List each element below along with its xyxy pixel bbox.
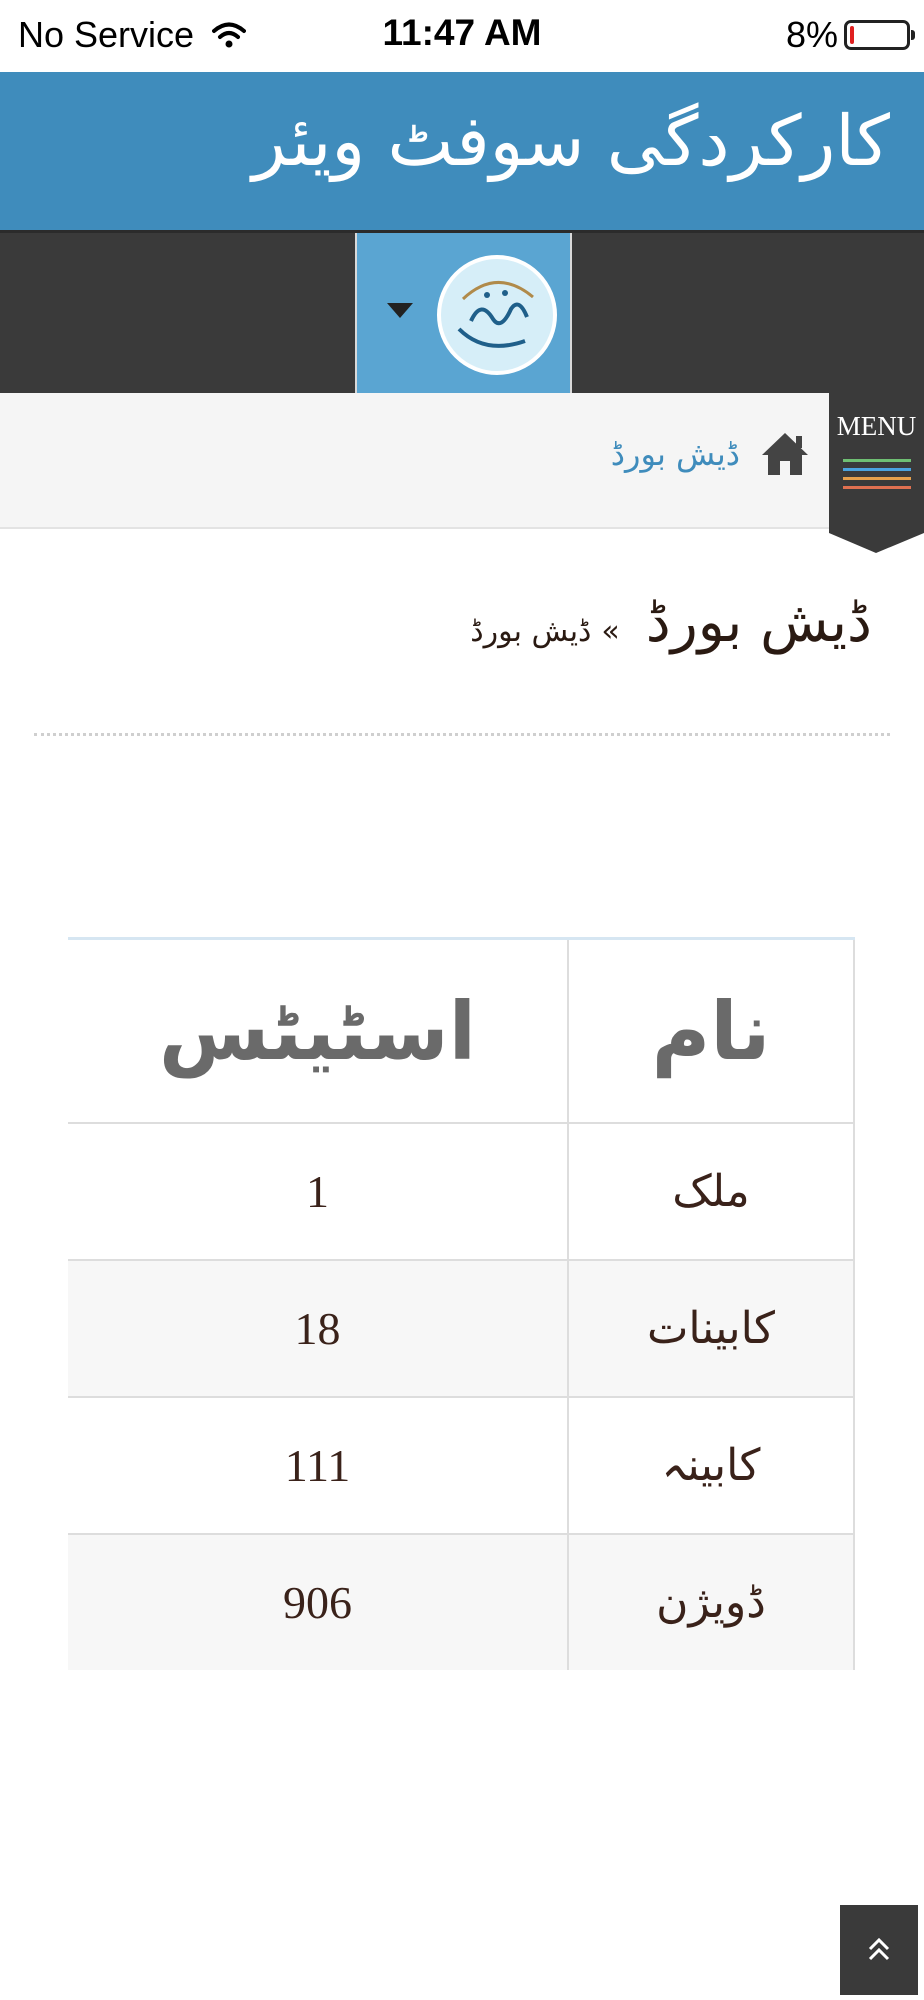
row-name: کابینات xyxy=(567,1259,855,1398)
menu-line xyxy=(843,486,911,489)
heading-crumb: ڈیش بورڈ xyxy=(470,614,592,649)
divider xyxy=(34,733,890,736)
user-menu-toggle[interactable] xyxy=(355,233,572,393)
site-title[interactable]: کارکردگی سوفٹ ویئر xyxy=(252,100,890,182)
menu-label: MENU xyxy=(836,411,917,441)
row-value: 111 xyxy=(68,1396,569,1535)
site-header: کارکردگی سوفٹ ویئر xyxy=(0,72,924,230)
battery-percent: 8% xyxy=(785,14,838,55)
table-row: 18 کابینات xyxy=(68,1259,855,1398)
nav-bar xyxy=(0,230,924,393)
home-icon[interactable] xyxy=(758,427,812,481)
row-name: ڈویژن xyxy=(567,1533,855,1670)
breadcrumb-dashboard-link[interactable]: ڈیش بورڈ xyxy=(611,435,740,473)
status-battery-group: 8% xyxy=(785,14,915,56)
caret-down-icon[interactable] xyxy=(387,303,413,318)
double-chevron-up-icon xyxy=(868,1937,890,1961)
menu-line xyxy=(843,468,911,471)
app-logo xyxy=(437,255,557,375)
breadcrumb-bar: ڈیش بورڈ xyxy=(0,393,924,529)
table-header-row: اسٹیٹس نام xyxy=(68,937,855,1124)
menu-line xyxy=(843,459,911,462)
row-value: 1 xyxy=(68,1122,569,1261)
row-name: کابینہ xyxy=(567,1396,855,1535)
row-value: 18 xyxy=(68,1259,569,1398)
scroll-to-top-button[interactable] xyxy=(840,1905,918,1995)
row-value: 906 xyxy=(68,1533,569,1670)
page-title: ڈیش بورڈ xyxy=(645,590,872,655)
battery-icon xyxy=(844,20,915,50)
logo-emblem-icon xyxy=(445,263,549,367)
menu-line xyxy=(843,477,911,480)
heading-separator: » xyxy=(601,614,620,649)
table-row: 111 کابینہ xyxy=(68,1396,855,1535)
page-heading: ڈیش بورڈ » ڈیش بورڈ xyxy=(470,590,872,655)
status-bar: No Service 11:47 AM 8% xyxy=(0,0,924,72)
menu-button[interactable]: MENU xyxy=(829,393,924,553)
header-status: اسٹیٹس xyxy=(68,937,569,1124)
hamburger-icon xyxy=(843,459,911,495)
stats-table: اسٹیٹس نام 1 ملک 18 کابینات 111 کابینہ 9… xyxy=(68,937,855,1670)
row-name: ملک xyxy=(567,1122,855,1261)
table-row: 1 ملک xyxy=(68,1122,855,1261)
battery-fill xyxy=(850,26,854,44)
header-name: نام xyxy=(567,937,855,1124)
table-row: 906 ڈویژن xyxy=(68,1533,855,1670)
breadcrumb: ڈیش بورڈ xyxy=(611,427,812,481)
